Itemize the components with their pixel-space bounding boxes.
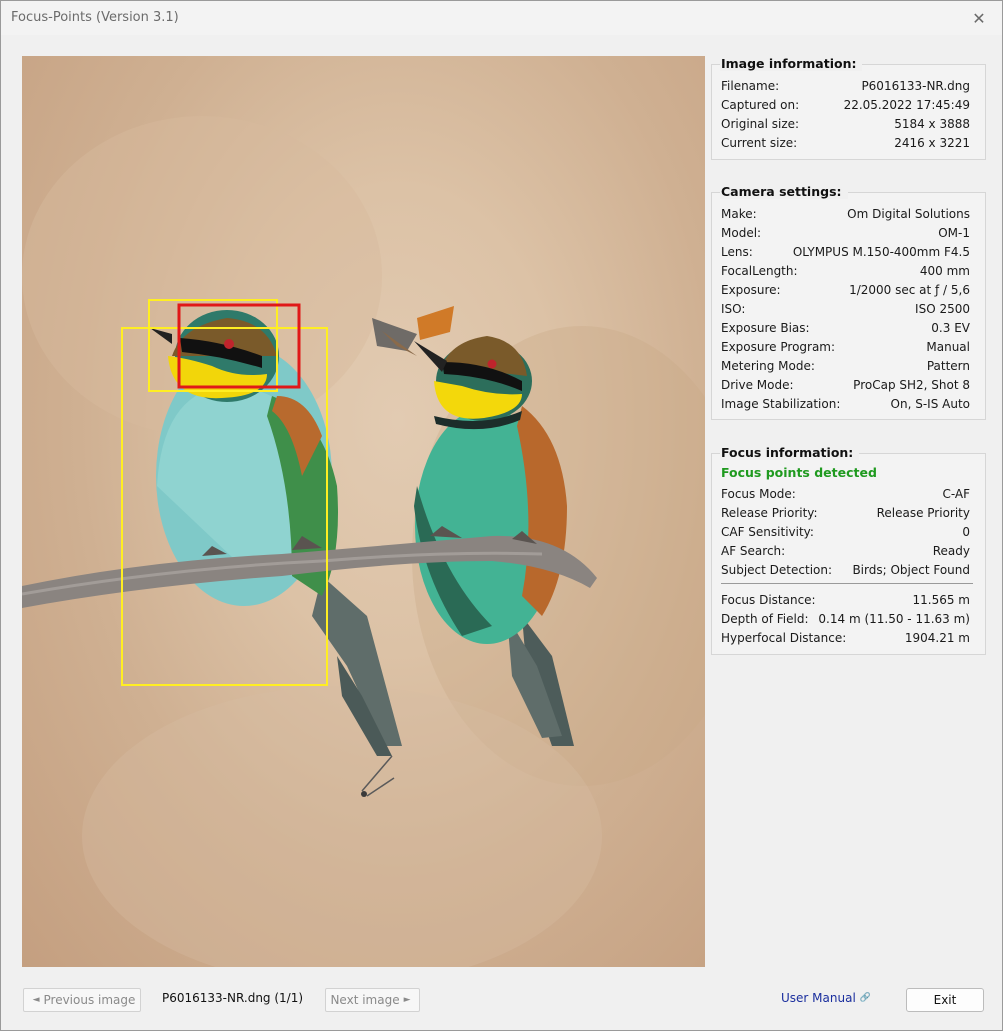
row-value: ISO 2500 bbox=[915, 301, 970, 316]
row-value: Pattern bbox=[926, 358, 970, 373]
camera-settings-title: Camera settings: bbox=[720, 184, 848, 199]
row-label: Exposure: bbox=[721, 282, 781, 297]
focus-row: Depth of Field: 0.14 m (11.50 - 11.63 m) bbox=[721, 609, 970, 628]
camera-row: Metering Mode: Pattern bbox=[721, 356, 970, 375]
focus-status: Focus points detected bbox=[721, 465, 877, 480]
camera-row: Drive Mode: ProCap SH2, Shot 8 bbox=[721, 375, 970, 394]
row-value: 1904.21 m bbox=[904, 630, 970, 645]
row-value: 5184 x 3888 bbox=[894, 116, 970, 131]
row-value: Om Digital Solutions bbox=[847, 206, 970, 221]
row-label: Current size: bbox=[721, 135, 798, 150]
row-value: 2416 x 3221 bbox=[894, 135, 970, 150]
row-label: Image Stabilization: bbox=[721, 396, 841, 411]
row-label: Filename: bbox=[721, 78, 780, 93]
row-label: Original size: bbox=[721, 116, 800, 131]
camera-settings-group: Camera settings: Make: Om Digital Solutio… bbox=[711, 184, 986, 420]
exit-button[interactable]: Exit bbox=[906, 988, 984, 1012]
next-image-label: Next image bbox=[330, 993, 400, 1007]
row-value: Ready bbox=[932, 543, 970, 558]
row-value: ProCap SH2, Shot 8 bbox=[853, 377, 970, 392]
arrow-left-icon: ◄ bbox=[32, 995, 40, 1005]
arrow-right-icon: ► bbox=[403, 995, 411, 1005]
row-label: Metering Mode: bbox=[721, 358, 815, 373]
row-value: 1/2000 sec at ƒ / 5,6 bbox=[849, 282, 970, 297]
previous-image-label: Previous image bbox=[43, 993, 136, 1007]
row-value: 11.565 m bbox=[912, 592, 971, 607]
image-info-title: Image information: bbox=[720, 56, 863, 71]
focus-points-window: Focus-Points (Version 3.1) ✕ Image infor… bbox=[0, 0, 1003, 1031]
user-manual-label: User Manual bbox=[781, 991, 856, 1005]
camera-row: Exposure Bias: 0.3 EV bbox=[721, 318, 970, 337]
row-label: Depth of Field: bbox=[721, 611, 809, 626]
row-value: 0 bbox=[962, 524, 970, 539]
row-value: On, S-IS Auto bbox=[890, 396, 970, 411]
focus-row: CAF Sensitivity: 0 bbox=[721, 522, 970, 541]
row-value: 400 mm bbox=[919, 263, 970, 278]
camera-row: Model: OM-1 bbox=[721, 223, 970, 242]
row-label: Hyperfocal Distance: bbox=[721, 630, 847, 645]
row-label: AF Search: bbox=[721, 543, 786, 558]
photo-illustration bbox=[22, 116, 705, 967]
row-label: FocalLength: bbox=[721, 263, 798, 278]
row-label: Focus Mode: bbox=[721, 486, 796, 501]
row-label: Drive Mode: bbox=[721, 377, 794, 392]
row-label: Subject Detection: bbox=[721, 562, 833, 577]
close-button[interactable]: ✕ bbox=[956, 1, 1002, 35]
row-value: 22.05.2022 17:45:49 bbox=[843, 97, 970, 112]
previous-image-button[interactable]: ◄ Previous image bbox=[23, 988, 141, 1012]
camera-row: Make: Om Digital Solutions bbox=[721, 204, 970, 223]
row-value: OM-1 bbox=[938, 225, 970, 240]
link-icon: 🔗 bbox=[859, 993, 871, 1003]
next-image-button[interactable]: Next image ► bbox=[325, 988, 420, 1012]
focus-row: Subject Detection: Birds; Object Found bbox=[721, 560, 970, 579]
row-label: Model: bbox=[721, 225, 762, 240]
row-value: C-AF bbox=[942, 486, 970, 501]
title-bar: Focus-Points (Version 3.1) ✕ bbox=[1, 1, 1002, 35]
user-manual-link[interactable]: User Manual 🔗 bbox=[781, 991, 871, 1005]
row-label: CAF Sensitivity: bbox=[721, 524, 814, 539]
row-label: Exposure Bias: bbox=[721, 320, 810, 335]
camera-row: Image Stabilization: On, S-IS Auto bbox=[721, 394, 970, 413]
camera-row: Exposure: 1/2000 sec at ƒ / 5,6 bbox=[721, 280, 970, 299]
row-label: Make: bbox=[721, 206, 757, 221]
photo-preview bbox=[22, 56, 705, 967]
camera-row: Lens: OLYMPUS M.150-400mm F4.5 bbox=[721, 242, 970, 261]
camera-row: ISO: ISO 2500 bbox=[721, 299, 970, 318]
exit-label: Exit bbox=[933, 993, 957, 1007]
focus-row: AF Search: Ready bbox=[721, 541, 970, 560]
window-title: Focus-Points (Version 3.1) bbox=[11, 10, 179, 25]
image-info-group: Image information: Filename: P6016133-NR… bbox=[711, 56, 986, 160]
row-label: Exposure Program: bbox=[721, 339, 836, 354]
row-value: OLYMPUS M.150-400mm F4.5 bbox=[792, 244, 970, 259]
row-label: ISO: bbox=[721, 301, 746, 316]
focus-row: Release Priority: Release Priority bbox=[721, 503, 970, 522]
camera-row: Exposure Program: Manual bbox=[721, 337, 970, 356]
focus-info-group: Focus information: Focus points detected… bbox=[711, 445, 986, 655]
row-value: Release Priority bbox=[876, 505, 970, 520]
row-value: Manual bbox=[926, 339, 970, 354]
row-label: Focus Distance: bbox=[721, 592, 816, 607]
row-value: Birds; Object Found bbox=[852, 562, 970, 577]
focus-row: Focus Distance: 11.565 m bbox=[721, 590, 970, 609]
focus-row: Focus Mode: C-AF bbox=[721, 484, 970, 503]
row-label: Release Priority: bbox=[721, 505, 818, 520]
info-row-captured: Captured on: 22.05.2022 17:45:49 bbox=[721, 95, 970, 114]
close-icon: ✕ bbox=[972, 8, 986, 28]
row-label: Lens: bbox=[721, 244, 753, 259]
focus-row: Hyperfocal Distance: 1904.21 m bbox=[721, 628, 970, 647]
row-value: 0.14 m (11.50 - 11.63 m) bbox=[818, 611, 970, 626]
row-label: Captured on: bbox=[721, 97, 800, 112]
info-row-filename: Filename: P6016133-NR.dng bbox=[721, 76, 970, 95]
camera-row: FocalLength: 400 mm bbox=[721, 261, 970, 280]
info-row-current-size: Current size: 2416 x 3221 bbox=[721, 133, 970, 152]
divider bbox=[721, 583, 973, 584]
info-row-original-size: Original size: 5184 x 3888 bbox=[721, 114, 970, 133]
row-value: P6016133-NR.dng bbox=[861, 78, 970, 93]
focus-info-title: Focus information: bbox=[720, 445, 860, 460]
file-status: P6016133-NR.dng (1/1) bbox=[162, 991, 304, 1005]
row-value: 0.3 EV bbox=[931, 320, 970, 335]
